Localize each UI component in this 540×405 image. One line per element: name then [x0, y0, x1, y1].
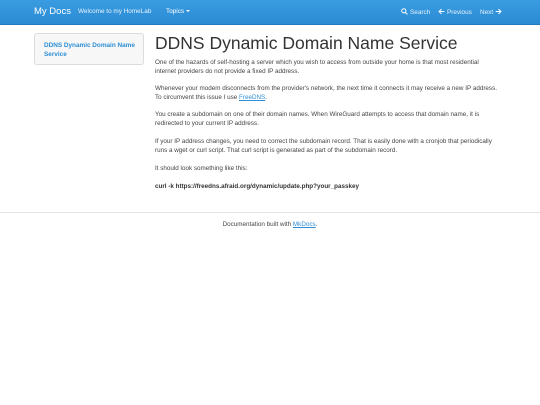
footer: Documentation built with MkDocs.	[0, 221, 540, 228]
arrow-left-icon	[438, 8, 445, 15]
footer-text: Documentation built with	[222, 221, 293, 228]
paragraph-modem: Whenever your modem disconnects from the…	[155, 84, 500, 103]
nav-search-link[interactable]: Search	[401, 8, 430, 16]
nav-home-link[interactable]: Welcome to my HomeLab	[78, 8, 151, 15]
search-label: Search	[410, 9, 431, 16]
footer-end: .	[315, 221, 318, 228]
table-of-contents: DDNS Dynamic Domain Name Service	[34, 33, 144, 65]
caret-down-icon	[186, 10, 191, 12]
arrow-right-icon	[495, 8, 502, 15]
previous-label: Previous	[447, 9, 472, 16]
nav-next-link[interactable]: Next	[480, 8, 502, 16]
mkdocs-link[interactable]: MkDocs	[293, 221, 316, 228]
paragraph-ip-change: If your IP address changes, you need to …	[155, 138, 492, 155]
nav-previous-link[interactable]: Previous	[438, 8, 472, 16]
nav-topics-dropdown[interactable]: Topics	[166, 8, 191, 15]
site-brand[interactable]: My Docs	[34, 6, 71, 17]
freedns-link[interactable]: FreeDNS	[239, 94, 265, 101]
main-content: DDNS Dynamic Domain Name Service One of …	[155, 33, 505, 190]
top-navbar: My Docs Welcome to my HomeLab Topics Sea…	[0, 0, 540, 25]
paragraph-modem-end: .	[265, 94, 267, 102]
paragraph-example-intro: It should look something like this:	[155, 165, 248, 172]
search-icon	[401, 8, 408, 15]
curl-command: curl -k https://freedns.afraid.org/dynam…	[155, 183, 359, 190]
sidebar-item-ddns[interactable]: DDNS Dynamic Domain Name Service	[44, 41, 139, 59]
footer-divider	[0, 212, 540, 213]
topics-label: Topics	[166, 8, 185, 15]
paragraph-subdomain: You create a subdomain on one of their d…	[155, 111, 480, 128]
paragraph-hazards: One of the hazards of self-hosting a ser…	[155, 59, 479, 76]
paragraph-modem-text: Whenever your modem disconnects from the…	[155, 85, 497, 102]
page-title: DDNS Dynamic Domain Name Service	[155, 33, 458, 53]
next-label: Next	[480, 9, 494, 16]
